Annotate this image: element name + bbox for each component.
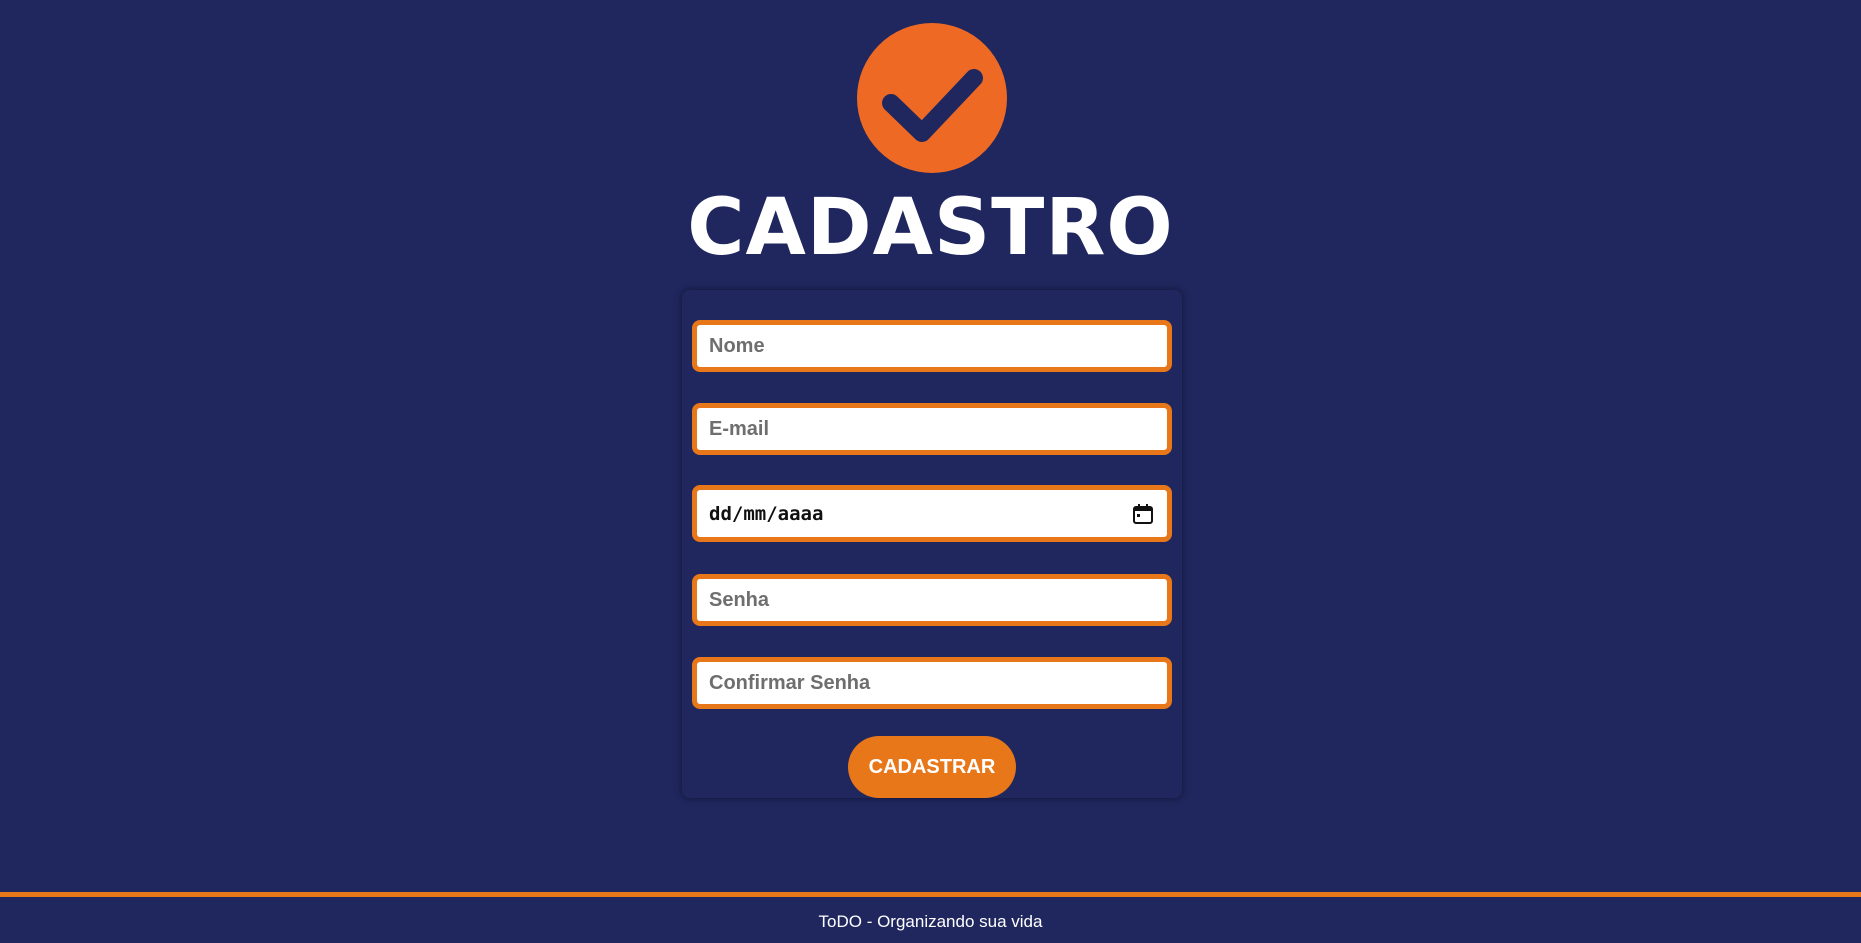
calendar-icon[interactable] <box>1131 502 1155 526</box>
page-title: CADASTRO <box>687 183 1174 273</box>
footer-divider <box>0 892 1861 897</box>
password-input[interactable] <box>692 574 1172 626</box>
confirm-password-input[interactable] <box>692 657 1172 709</box>
register-button[interactable]: CADASTRAR <box>848 736 1016 798</box>
birthdate-input[interactable]: dd/mm/aaaa <box>692 485 1172 542</box>
name-input[interactable] <box>692 320 1172 372</box>
email-input[interactable] <box>692 403 1172 455</box>
date-placeholder: dd/mm/aaaa <box>709 502 824 525</box>
signup-form: dd/mm/aaaa CADASTRAR <box>682 290 1182 798</box>
footer-text: ToDO - Organizando sua vida <box>818 912 1043 931</box>
checkmark-icon <box>882 69 983 142</box>
logo <box>857 23 1007 173</box>
